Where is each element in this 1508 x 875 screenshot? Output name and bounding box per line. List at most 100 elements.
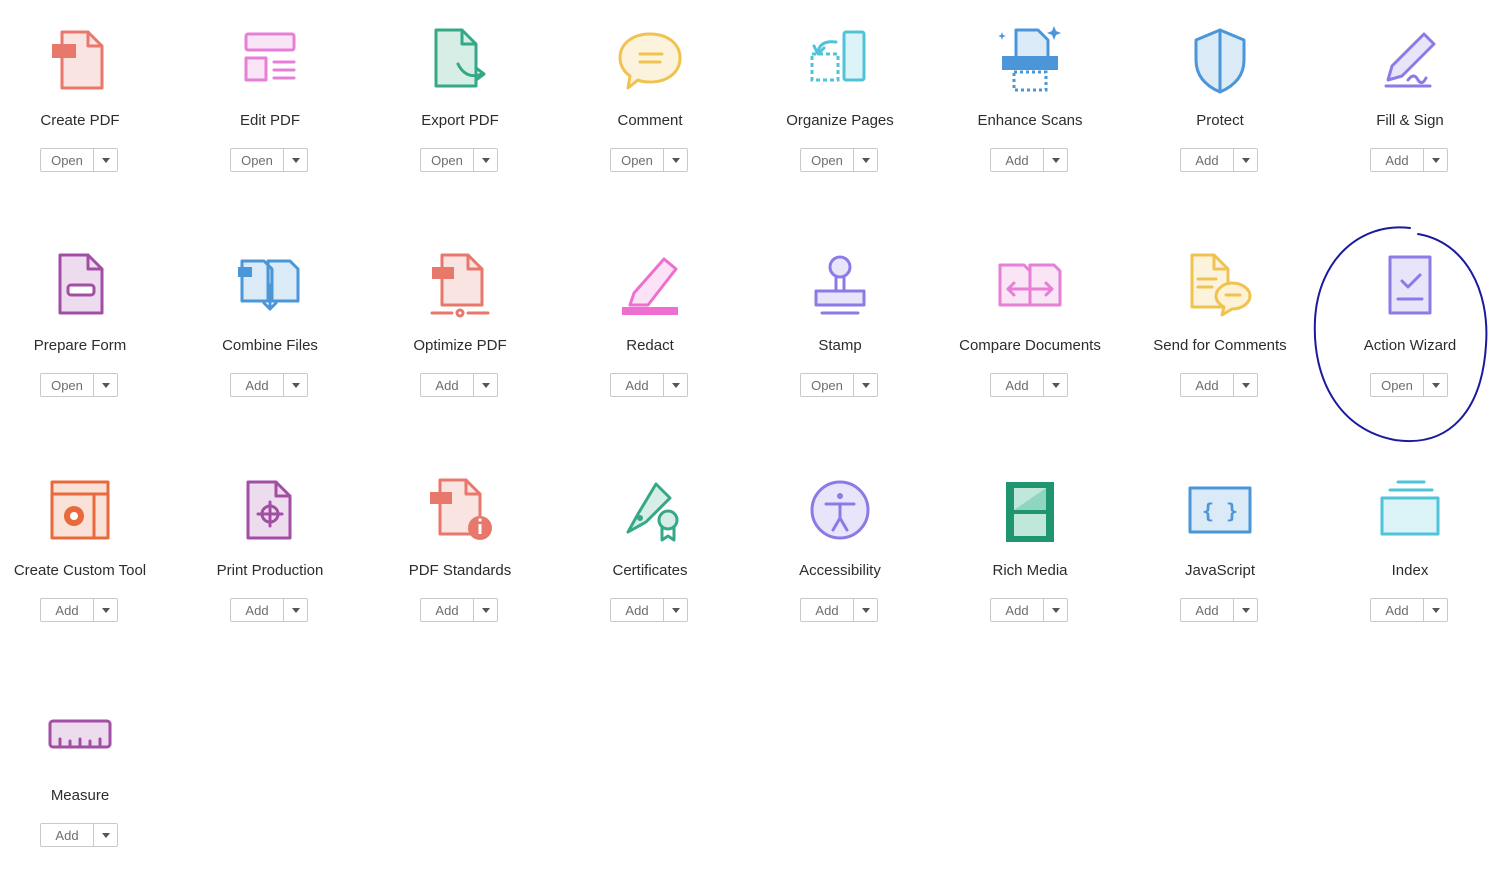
optimize-pdf-icon[interactable] <box>418 245 502 329</box>
tool-javascript[interactable]: { } JavaScript Add <box>1125 450 1315 650</box>
add-button[interactable]: Add <box>1181 149 1234 171</box>
add-button[interactable]: Add <box>611 374 664 396</box>
chevron-down-icon[interactable] <box>854 149 877 171</box>
edit-pdf-icon[interactable] <box>228 20 312 104</box>
chevron-down-icon[interactable] <box>94 149 117 171</box>
tool-index[interactable]: Index Add <box>1315 450 1505 650</box>
tool-action-split-button[interactable]: Add <box>990 373 1068 397</box>
tool-export-pdf[interactable]: Export PDF Open <box>365 0 555 200</box>
tool-action-split-button[interactable]: Open <box>40 373 118 397</box>
tool-action-split-button[interactable]: Open <box>1370 373 1448 397</box>
chevron-down-icon[interactable] <box>1424 374 1447 396</box>
tool-action-split-button[interactable]: Add <box>610 598 688 622</box>
tool-action-split-button[interactable]: Add <box>40 598 118 622</box>
tool-fill-sign[interactable]: Fill & Sign Add <box>1315 0 1505 200</box>
accessibility-icon[interactable] <box>798 470 882 554</box>
javascript-icon[interactable]: { } <box>1178 470 1262 554</box>
chevron-down-icon[interactable] <box>94 374 117 396</box>
pdf-standards-icon[interactable] <box>418 470 502 554</box>
open-button[interactable]: Open <box>801 374 854 396</box>
open-button[interactable]: Open <box>801 149 854 171</box>
chevron-down-icon[interactable] <box>664 149 687 171</box>
tool-send-for-comments[interactable]: Send for Comments Add <box>1125 225 1315 425</box>
chevron-down-icon[interactable] <box>1424 599 1447 621</box>
add-button[interactable]: Add <box>611 599 664 621</box>
measure-icon[interactable] <box>38 695 122 779</box>
tool-action-split-button[interactable]: Open <box>800 148 878 172</box>
send-for-comments-icon[interactable] <box>1178 245 1262 329</box>
add-button[interactable]: Add <box>421 374 474 396</box>
tool-action-split-button[interactable]: Add <box>1180 598 1258 622</box>
add-button[interactable]: Add <box>1181 599 1234 621</box>
tool-action-split-button[interactable]: Add <box>420 598 498 622</box>
chevron-down-icon[interactable] <box>474 149 497 171</box>
tool-pdf-standards[interactable]: PDF Standards Add <box>365 450 555 650</box>
organize-pages-icon[interactable] <box>798 20 882 104</box>
tool-create-custom-tool[interactable]: Create Custom Tool Add <box>0 450 175 650</box>
tool-comment[interactable]: Comment Open <box>555 0 745 200</box>
tool-action-split-button[interactable]: Add <box>610 373 688 397</box>
chevron-down-icon[interactable] <box>284 149 307 171</box>
tool-action-split-button[interactable]: Add <box>1370 598 1448 622</box>
tool-action-split-button[interactable]: Add <box>1370 148 1448 172</box>
tool-edit-pdf[interactable]: Edit PDF Open <box>175 0 365 200</box>
tool-action-split-button[interactable]: Add <box>40 823 118 847</box>
add-button[interactable]: Add <box>991 374 1044 396</box>
tool-action-split-button[interactable]: Open <box>800 373 878 397</box>
redact-icon[interactable] <box>608 245 692 329</box>
tool-measure[interactable]: Measure Add <box>0 675 175 875</box>
tool-accessibility[interactable]: Accessibility Add <box>745 450 935 650</box>
add-button[interactable]: Add <box>991 149 1044 171</box>
chevron-down-icon[interactable] <box>1044 374 1067 396</box>
add-button[interactable]: Add <box>1371 149 1424 171</box>
fill-sign-icon[interactable] <box>1368 20 1452 104</box>
chevron-down-icon[interactable] <box>1044 149 1067 171</box>
print-production-icon[interactable] <box>228 470 312 554</box>
tool-compare-documents[interactable]: Compare Documents Add <box>935 225 1125 425</box>
chevron-down-icon[interactable] <box>94 824 117 846</box>
chevron-down-icon[interactable] <box>94 599 117 621</box>
chevron-down-icon[interactable] <box>1234 599 1257 621</box>
create-pdf-icon[interactable] <box>38 20 122 104</box>
add-button[interactable]: Add <box>991 599 1044 621</box>
chevron-down-icon[interactable] <box>474 374 497 396</box>
open-button[interactable]: Open <box>41 374 94 396</box>
open-button[interactable]: Open <box>611 149 664 171</box>
combine-files-icon[interactable] <box>228 245 312 329</box>
chevron-down-icon[interactable] <box>474 599 497 621</box>
chevron-down-icon[interactable] <box>664 599 687 621</box>
add-button[interactable]: Add <box>231 374 284 396</box>
chevron-down-icon[interactable] <box>1234 149 1257 171</box>
open-button[interactable]: Open <box>41 149 94 171</box>
chevron-down-icon[interactable] <box>1424 149 1447 171</box>
open-button[interactable]: Open <box>421 149 474 171</box>
chevron-down-icon[interactable] <box>1044 599 1067 621</box>
chevron-down-icon[interactable] <box>1234 374 1257 396</box>
tool-action-split-button[interactable]: Add <box>230 598 308 622</box>
chevron-down-icon[interactable] <box>284 599 307 621</box>
tool-print-production[interactable]: Print Production Add <box>175 450 365 650</box>
add-button[interactable]: Add <box>41 599 94 621</box>
open-button[interactable]: Open <box>1371 374 1424 396</box>
tool-prepare-form[interactable]: Prepare Form Open <box>0 225 175 425</box>
protect-icon[interactable] <box>1178 20 1262 104</box>
tool-action-split-button[interactable]: Add <box>1180 148 1258 172</box>
certificates-icon[interactable] <box>608 470 692 554</box>
enhance-scans-icon[interactable] <box>988 20 1072 104</box>
tool-action-split-button[interactable]: Add <box>800 598 878 622</box>
compare-documents-icon[interactable] <box>988 245 1072 329</box>
tool-organize-pages[interactable]: Organize Pages Open <box>745 0 935 200</box>
rich-media-icon[interactable] <box>988 470 1072 554</box>
tool-action-split-button[interactable]: Add <box>420 373 498 397</box>
tool-create-pdf[interactable]: Create PDF Open <box>0 0 175 200</box>
action-wizard-icon[interactable] <box>1368 245 1452 329</box>
create-custom-tool-icon[interactable] <box>38 470 122 554</box>
tool-action-split-button[interactable]: Add <box>1180 373 1258 397</box>
chevron-down-icon[interactable] <box>854 599 877 621</box>
tool-enhance-scans[interactable]: Enhance Scans Add <box>935 0 1125 200</box>
add-button[interactable]: Add <box>801 599 854 621</box>
tool-action-split-button[interactable]: Open <box>420 148 498 172</box>
comment-icon[interactable] <box>608 20 692 104</box>
tool-stamp[interactable]: Stamp Open <box>745 225 935 425</box>
add-button[interactable]: Add <box>231 599 284 621</box>
